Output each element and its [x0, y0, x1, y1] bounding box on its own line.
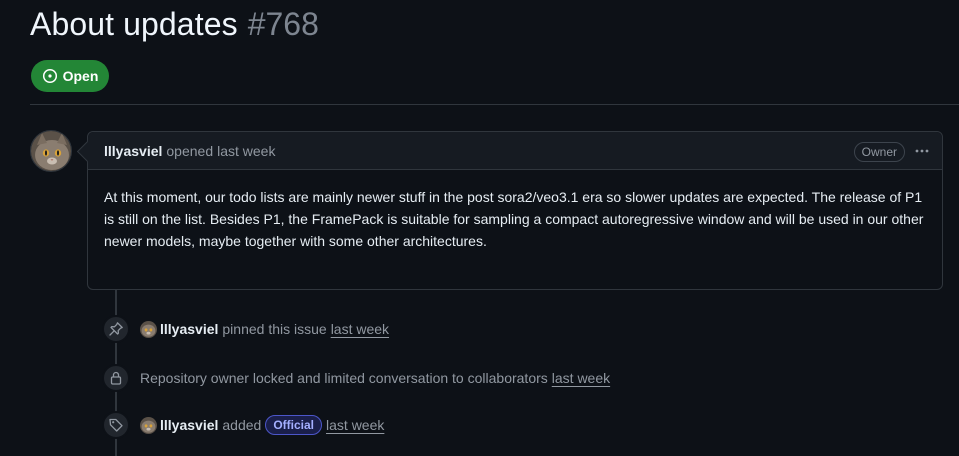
actor-avatar[interactable] — [140, 320, 157, 338]
timeline-event-pinned: lllyasviel pinned this issue last week — [102, 315, 389, 343]
event-actor-link[interactable]: lllyasviel — [160, 321, 218, 337]
event-time-link[interactable]: last week — [331, 321, 389, 337]
issue-state-badge: Open — [31, 60, 109, 92]
label-official[interactable]: Official — [265, 415, 323, 435]
issue-opened-icon — [42, 68, 57, 84]
issue-number: #768 — [247, 6, 319, 42]
timeline-event-locked: Repository owner locked and limited conv… — [102, 364, 610, 392]
event-text: added — [222, 417, 262, 433]
issue-page: About updates #768 Open lllyasviel opene… — [0, 0, 959, 456]
issue-comment: lllyasviel opened last week Owner At thi… — [87, 131, 943, 290]
comment-author-link[interactable]: lllyasviel — [104, 143, 162, 159]
comment-header: lllyasviel opened last week Owner — [88, 132, 942, 170]
pin-icon — [102, 315, 130, 343]
issue-title: About updates — [30, 6, 238, 42]
timeline-event-labeled: lllyasviel added Official last week — [102, 411, 384, 439]
tag-icon — [102, 411, 130, 439]
event-time-link[interactable]: last week — [326, 417, 384, 433]
issue-title-row: About updates #768 — [30, 6, 319, 43]
issue-state-label: Open — [62, 68, 99, 84]
event-actor-link[interactable]: lllyasviel — [160, 417, 218, 433]
kebab-menu-icon[interactable] — [912, 141, 932, 161]
lock-icon — [102, 364, 130, 392]
comment-action: opened — [166, 142, 214, 159]
event-text: Repository owner locked and limited conv… — [140, 370, 548, 386]
actor-avatar[interactable] — [140, 416, 157, 434]
event-time-link[interactable]: last week — [552, 370, 610, 386]
header-divider — [30, 104, 959, 105]
comment-time[interactable]: last week — [217, 143, 275, 159]
author-avatar[interactable] — [30, 130, 72, 172]
comment-body: At this moment, our todo lists are mainl… — [104, 189, 924, 249]
owner-badge: Owner — [853, 142, 905, 162]
event-text: pinned this issue — [222, 321, 327, 337]
